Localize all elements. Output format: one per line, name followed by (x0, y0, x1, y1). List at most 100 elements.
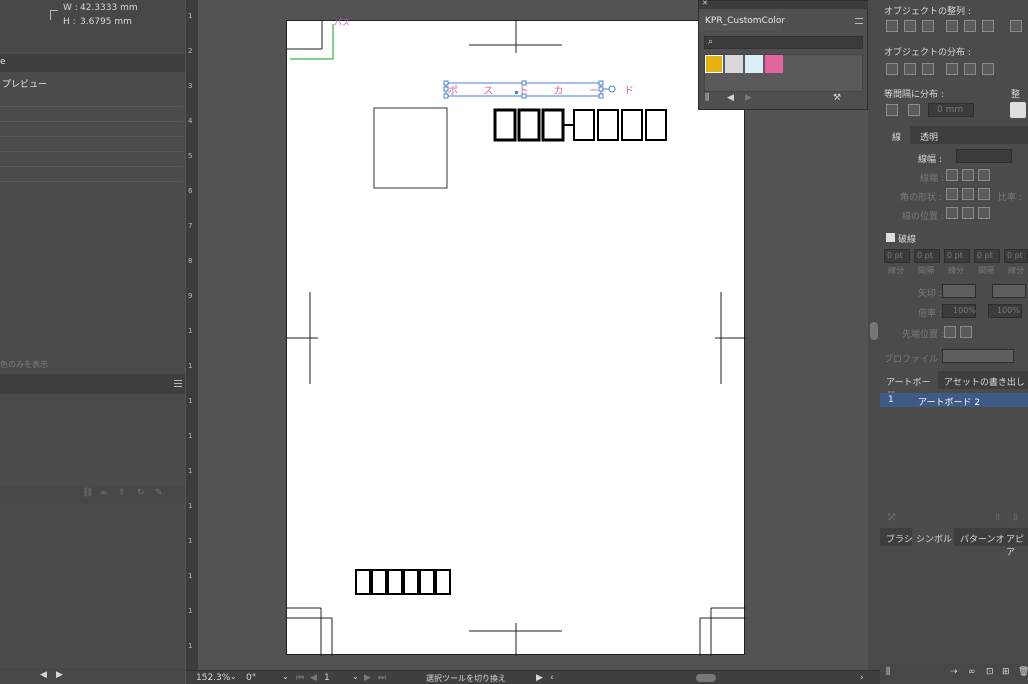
hscroll-right-icon[interactable]: › (860, 673, 864, 683)
zoom-dropdown-icon[interactable]: ⌄ (230, 672, 237, 681)
pos-center-icon[interactable] (946, 207, 958, 219)
swatch-4[interactable] (765, 55, 783, 73)
library-icon[interactable]: ⫼ (705, 93, 709, 103)
align-to-button[interactable] (1010, 102, 1026, 118)
close-icon[interactable]: ✕ (702, 0, 708, 7)
artboard-shuffle-icon[interactable]: ⤱ (888, 513, 895, 523)
tab-appearance[interactable]: アピア (1006, 532, 1028, 558)
scale-field-1[interactable]: 100% (942, 304, 976, 318)
move-down-icon[interactable]: ⇩ (1012, 513, 1020, 523)
tab-symbol[interactable]: シンボル (912, 528, 954, 546)
symbol-delete-icon[interactable]: 🗑 (1018, 667, 1028, 677)
dist-left-icon[interactable] (946, 63, 958, 75)
last-page-icon[interactable]: ⏭ (378, 673, 386, 683)
pos-outside-icon[interactable] (978, 207, 990, 219)
dashed-checkbox[interactable] (886, 233, 895, 242)
align-right-icon[interactable] (922, 20, 934, 32)
preview-label[interactable]: プレビュー (2, 77, 47, 90)
artboard-number[interactable]: 1 (324, 673, 330, 683)
prev-icon[interactable]: ◀ (727, 93, 734, 103)
tip-pos-1-icon[interactable] (944, 326, 956, 338)
symbol-options-icon[interactable]: ⊡ (986, 667, 994, 677)
artboard-row[interactable]: 1 アートボード 2 (880, 393, 1028, 408)
tab-stroke[interactable]: 線 (880, 126, 910, 144)
symbol-new-icon[interactable]: ⊞ (1002, 667, 1010, 677)
align-bottom-icon[interactable] (982, 20, 994, 32)
dist-space-h-icon[interactable] (908, 104, 920, 116)
corner-bevel-icon[interactable] (978, 188, 990, 200)
tab-artboard[interactable]: アートボード (880, 371, 938, 401)
dist-vcenter-icon[interactable] (904, 63, 916, 75)
next-icon[interactable]: ▶ (745, 93, 752, 103)
align-extra-icon[interactable] (1010, 20, 1022, 32)
dist-right-icon[interactable] (982, 63, 994, 75)
hscroll-thumb[interactable] (696, 674, 716, 682)
symbol-library-icon[interactable]: ⫼ (886, 667, 890, 677)
prev-page-icon[interactable]: ◀ (310, 673, 317, 683)
rotation-dropdown-icon[interactable]: ⌄ (282, 672, 289, 681)
title-text[interactable]: ポ ス ト カ ー ド (448, 82, 645, 97)
align-left-icon[interactable] (886, 20, 898, 32)
dash-field-5[interactable]: 0 pt (1004, 249, 1028, 263)
artboard-dropdown-icon[interactable]: ⌄ (352, 672, 359, 681)
tab-transparency[interactable]: 透明 (920, 130, 938, 143)
first-page-icon[interactable]: ⏮ (296, 673, 304, 683)
zoom-value[interactable]: 152.3% (196, 673, 230, 683)
vscroll-thumb[interactable] (870, 322, 878, 340)
arrow-end-select[interactable] (992, 284, 1026, 298)
prev-arrow-icon[interactable]: ◀ (40, 670, 47, 680)
next-arrow-icon[interactable]: ▶ (56, 670, 63, 680)
swatch-menu-icon[interactable] (855, 18, 863, 24)
swatch-1[interactable] (705, 55, 723, 73)
w-value[interactable]: 42.3333 mm (80, 3, 138, 13)
place-icon[interactable]: ⇪ (118, 488, 126, 498)
color-only-label[interactable]: 色のみを表示 (0, 359, 48, 370)
hint-arrow-icon[interactable]: ▶ (536, 673, 543, 683)
width-height-link-icon[interactable] (50, 10, 58, 20)
canvas-vscrollbar[interactable] (868, 0, 880, 670)
arrow-start-select[interactable] (942, 284, 976, 298)
profile-select[interactable] (942, 349, 1014, 363)
align-hcenter-icon[interactable] (904, 20, 916, 32)
refresh-icon[interactable]: ↻ (137, 488, 145, 498)
dist-space-v-icon[interactable] (886, 104, 898, 116)
align-top-icon[interactable] (946, 20, 958, 32)
swatch-search[interactable]: ⌕ (704, 36, 863, 49)
align-vcenter-icon[interactable] (964, 20, 976, 32)
scale-field-2[interactable]: 100% (988, 304, 1022, 318)
tab-brush[interactable]: ブラシ (886, 532, 913, 545)
dist-top-icon[interactable] (886, 63, 898, 75)
dist-hcenter-icon[interactable] (964, 63, 976, 75)
cap-round-icon[interactable] (962, 169, 974, 181)
dash-field-2[interactable]: 0 pt (914, 249, 940, 263)
swatch-3[interactable] (745, 55, 763, 73)
symbol-place-icon[interactable]: ⇢ (950, 667, 958, 677)
edit-icon[interactable]: ✎ (155, 488, 163, 498)
spacing-input[interactable]: 0 mm (928, 103, 974, 117)
chain-icon[interactable]: ∞ (100, 488, 108, 498)
next-page-icon[interactable]: ▶ (364, 673, 371, 683)
tab-pattern[interactable]: パターンオ (960, 532, 1005, 545)
dist-bottom-icon[interactable] (922, 63, 934, 75)
tab-asset-export[interactable]: アセットの書き出し (944, 375, 1025, 388)
tip-pos-2-icon[interactable] (960, 326, 972, 338)
dash-field-4[interactable]: 0 pt (974, 249, 1000, 263)
stroke-weight-input[interactable] (956, 149, 1012, 163)
pos-inside-icon[interactable] (962, 207, 974, 219)
cap-square-icon[interactable] (978, 169, 990, 181)
settings-icon[interactable]: ⚒ (833, 93, 841, 103)
swatch-tab[interactable]: KPR_CustomColor (699, 11, 785, 31)
swatch-2[interactable] (725, 55, 743, 73)
cap-butt-icon[interactable] (946, 169, 958, 181)
h-value[interactable]: 3.6795 mm (80, 17, 132, 27)
rotation-value[interactable]: 0° (246, 673, 256, 683)
link-icon[interactable]: ⛓ (82, 488, 93, 498)
symbol-break-icon[interactable]: ∞ (968, 667, 976, 677)
artboard[interactable]: ポ ス ト カ ー ド パス (286, 18, 746, 656)
corner-round-icon[interactable] (962, 188, 974, 200)
dash-field-1[interactable]: 0 pt (884, 249, 910, 263)
hscroll-left-icon[interactable]: ‹ (550, 673, 554, 683)
move-up-icon[interactable]: ⇧ (994, 513, 1002, 523)
corner-miter-icon[interactable] (946, 188, 958, 200)
dash-field-3[interactable]: 0 pt (944, 249, 970, 263)
